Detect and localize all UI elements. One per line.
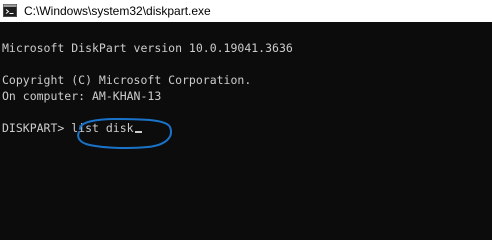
prompt-label: DISKPART> <box>2 121 72 135</box>
text-cursor <box>134 131 142 133</box>
console-area[interactable]: Microsoft DiskPart version 10.0.19041.36… <box>0 22 492 240</box>
version-line: Microsoft DiskPart version 10.0.19041.36… <box>2 41 293 55</box>
command-text[interactable]: list disk <box>71 121 133 135</box>
computer-line: On computer: AM-KHAN-13 <box>2 89 162 103</box>
prompt-line[interactable]: DISKPART> list disk <box>2 120 142 136</box>
copyright-line: Copyright (C) Microsoft Corporation. <box>2 73 252 87</box>
console-app-icon <box>3 4 17 17</box>
title-bar[interactable]: C:\Windows\system32\diskpart.exe <box>0 0 492 22</box>
window-title: C:\Windows\system32\diskpart.exe <box>24 4 211 18</box>
diskpart-window: C:\Windows\system32\diskpart.exe Microso… <box>0 0 492 240</box>
